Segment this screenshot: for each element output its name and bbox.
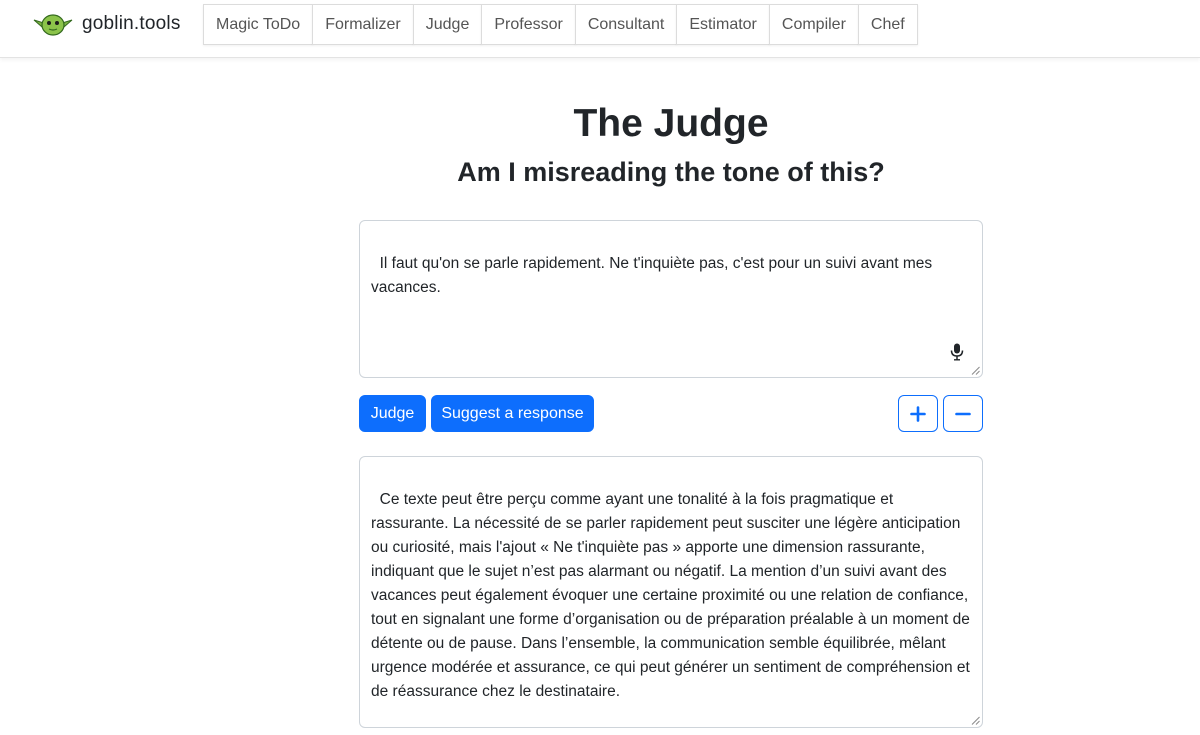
output-textarea[interactable]: Ce texte peut être perçu comme ayant une… xyxy=(359,456,983,728)
judge-button[interactable]: Judge xyxy=(359,395,426,432)
tab-judge[interactable]: Judge xyxy=(412,4,483,45)
increase-button[interactable] xyxy=(898,395,938,432)
tab-professor[interactable]: Professor xyxy=(481,4,576,45)
minus-icon xyxy=(955,412,971,415)
goblin-head-icon xyxy=(33,14,73,36)
page-subtitle: Am I misreading the tone of this? xyxy=(457,157,885,187)
brand-name: goblin.tools xyxy=(82,13,181,34)
microphone-icon[interactable] xyxy=(950,343,964,361)
tab-chef[interactable]: Chef xyxy=(857,4,918,45)
page-title: The Judge xyxy=(573,102,769,145)
tab-estimator[interactable]: Estimator xyxy=(676,4,770,45)
tab-formalizer[interactable]: Formalizer xyxy=(312,4,414,45)
tab-consultant[interactable]: Consultant xyxy=(574,4,678,45)
resize-grip-icon[interactable] xyxy=(971,716,980,725)
decrease-button[interactable] xyxy=(943,395,983,432)
brand-link[interactable]: goblin.tools xyxy=(32,8,181,40)
tab-magic-todo[interactable]: Magic ToDo xyxy=(203,4,314,45)
tab-compiler[interactable]: Compiler xyxy=(768,4,859,45)
input-text: Il faut qu'on se parle rapidement. Ne t'… xyxy=(371,255,937,296)
plus-icon xyxy=(910,405,926,422)
output-text: Ce texte peut être perçu comme ayant une… xyxy=(371,491,975,700)
navbar: goblin.tools Magic ToDo Formalizer Judge… xyxy=(0,0,1200,58)
nav-tabs: Magic ToDo Formalizer Judge Professor Co… xyxy=(203,4,918,45)
resize-grip-icon[interactable] xyxy=(971,366,980,375)
suggest-response-button[interactable]: Suggest a response xyxy=(431,395,594,432)
input-textarea[interactable]: Il faut qu'on se parle rapidement. Ne t'… xyxy=(359,220,983,378)
